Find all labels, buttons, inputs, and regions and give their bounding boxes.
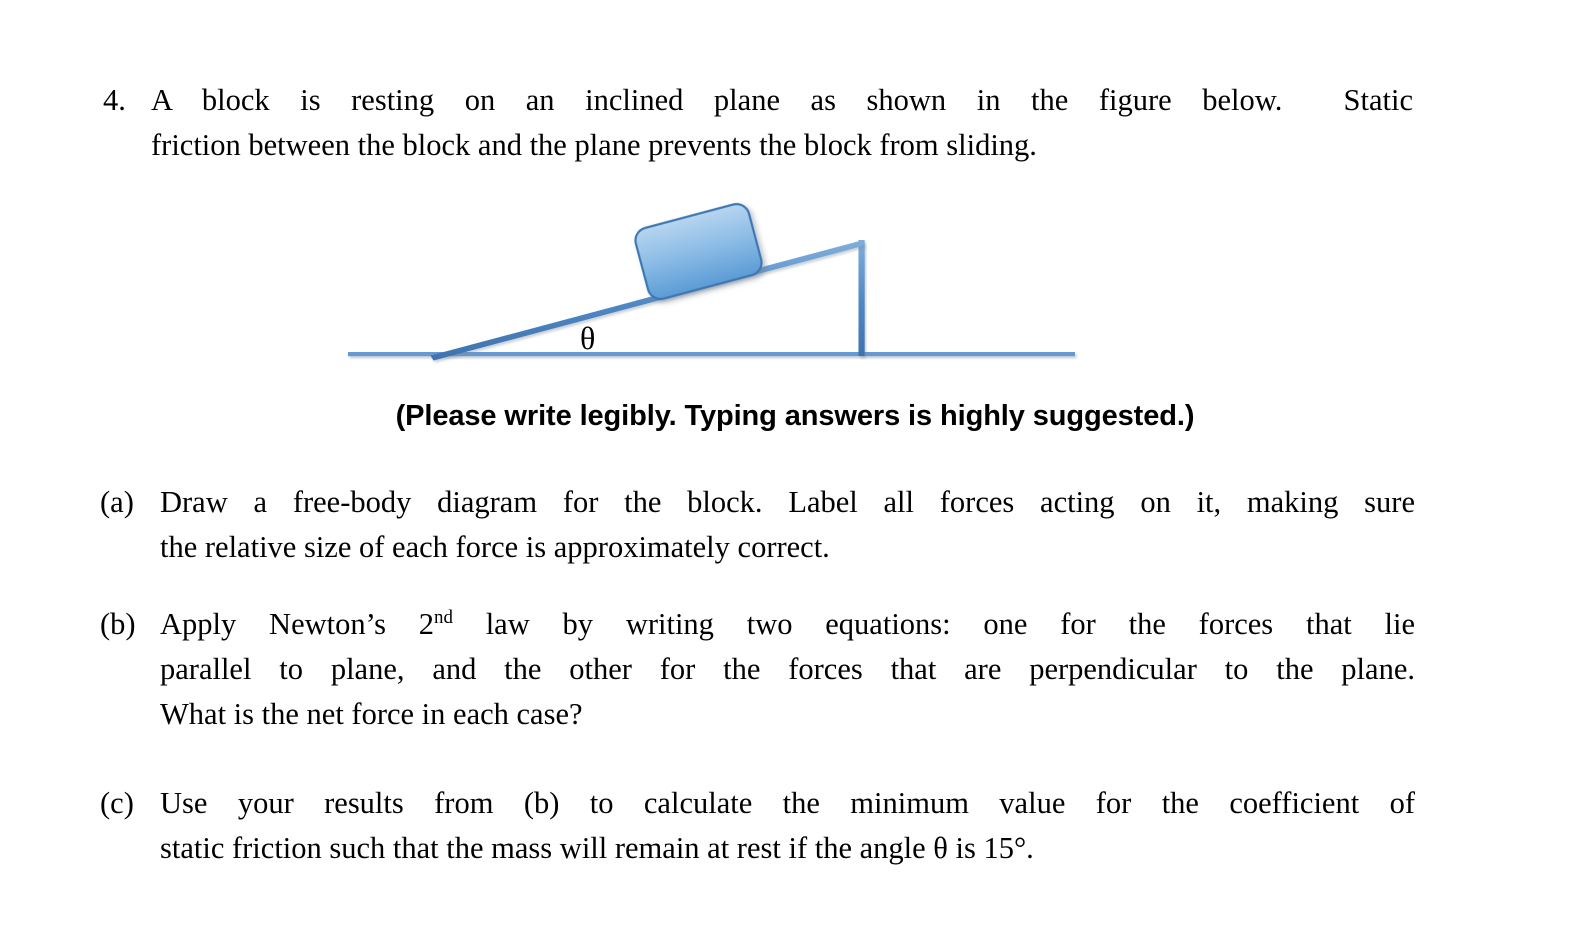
question-stem-line-1: A block is resting on an inclined plane … (151, 78, 1413, 123)
question-stem-body: A block is resting on an inclined plane … (151, 78, 1413, 168)
part-b-line-1: Apply Newton’s 2nd law by writing two eq… (160, 602, 1415, 647)
part-b-line-2: parallel to plane, and the other for the… (160, 651, 1415, 686)
part-b-ordinal-suffix: nd (434, 606, 453, 628)
part-a-line-2: the relative size of each force is appro… (160, 529, 830, 564)
part-b-line-1-pre: Apply Newton’s 2 (160, 607, 434, 641)
question-stem-line-1-main: A block is resting on an inclined plane … (151, 83, 1283, 117)
part-c-text: Use your results from (b) to calculate t… (160, 781, 1415, 871)
inclined-plane-figure (330, 196, 1090, 381)
part-a-tag: (a) (100, 485, 134, 519)
part-b-text: Apply Newton’s 2nd law by writing two eq… (160, 602, 1415, 736)
part-c-tag: (c) (100, 786, 134, 820)
part-a-line-1: Draw a free-body diagram for the block. … (160, 485, 1415, 519)
question-stem: 4. A block is resting on an inclined pla… (103, 78, 1413, 168)
part-c-line-1: Use your results from (b) to calculate t… (160, 786, 1415, 820)
part-a-text: Draw a free-body diagram for the block. … (160, 480, 1415, 570)
part-a: (a) Draw a free-body diagram for the blo… (100, 480, 1415, 570)
document-page: 4. A block is resting on an inclined pla… (0, 0, 1590, 952)
part-b-line-1-post: law by writing two equations: one for th… (452, 607, 1415, 641)
part-b-tag: (b) (100, 607, 136, 641)
part-c-line-2: static friction such that the mass will … (160, 830, 1034, 865)
part-b: (b) Apply Newton’s 2nd law by writing tw… (100, 602, 1415, 736)
legibility-note: (Please write legibly. Typing answers is… (395, 400, 1195, 432)
part-c: (c) Use your results from (b) to calcula… (100, 781, 1415, 871)
inclined-plane-svg (348, 202, 1075, 361)
question-stem-line-2: friction between the block and the plane… (151, 128, 1037, 163)
question-number: 4. (103, 83, 126, 117)
part-b-line-3: What is the net force in each case? (160, 696, 583, 731)
question-stem-line-1-tail: Static (1343, 83, 1413, 117)
vertical-riser-line (858, 240, 865, 356)
block-on-incline (634, 202, 763, 301)
angle-theta-label: θ (580, 320, 596, 356)
